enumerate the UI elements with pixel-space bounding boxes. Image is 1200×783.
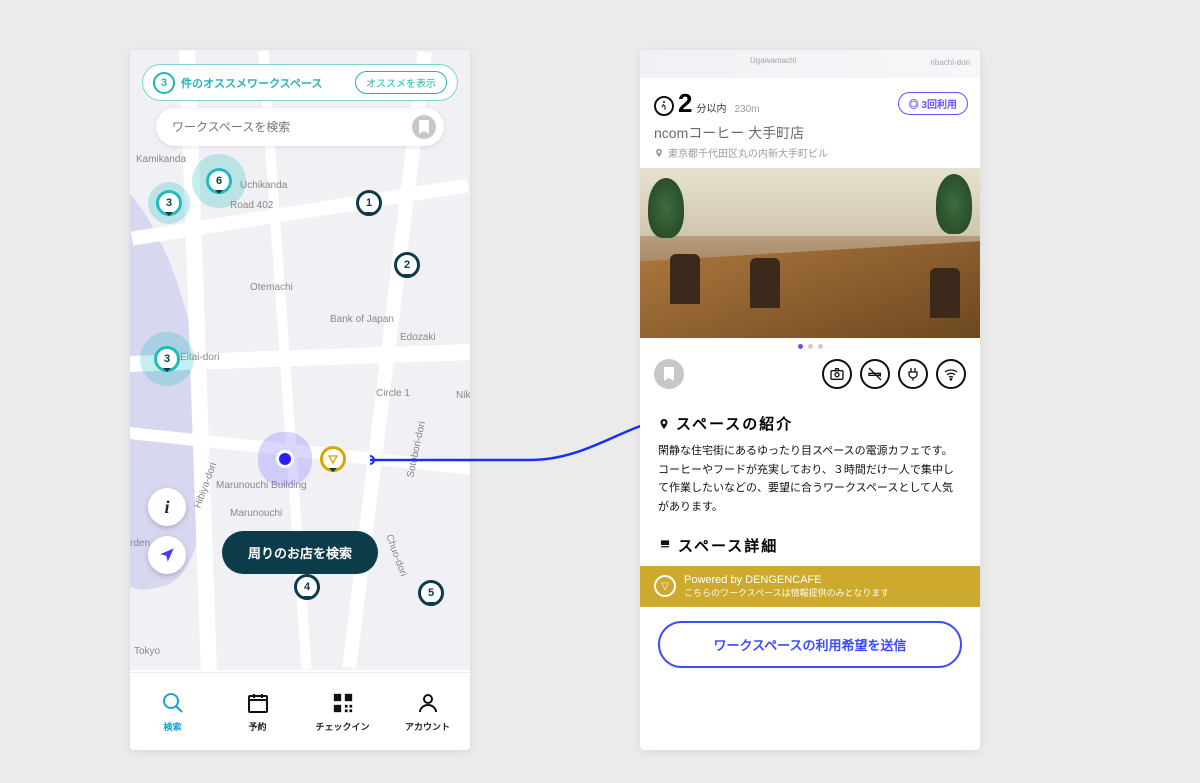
pin-icon	[654, 147, 664, 159]
recommend-label: 件のオススメワークスペース	[181, 75, 355, 91]
intro-body: 閑静な住宅街にあるゆったり目スペースの電源カフェです。コーヒーやフードが充実して…	[658, 442, 962, 517]
search-icon	[160, 690, 186, 716]
map-pin[interactable]: 6	[206, 168, 232, 194]
nav-reserve[interactable]: 予約	[215, 673, 300, 750]
send-request-button[interactable]: ワークスペースの利用希望を送信	[658, 621, 962, 668]
bookmark-icon[interactable]	[412, 115, 436, 139]
power-outlet-icon	[898, 359, 928, 389]
recommend-count-badge: 3	[153, 72, 175, 94]
detail-screen: Ugawamachi nbachi-dori 2 分以内 230m ◎ 3回利用…	[640, 50, 980, 750]
recommend-bar: 3 件のオススメワークスペース オススメを表示	[142, 64, 458, 101]
no-smoking-icon	[860, 359, 890, 389]
locate-button[interactable]	[148, 536, 186, 574]
bottom-nav: 検索 予約 チェックイン アカウント	[130, 672, 470, 750]
triangle-icon: ▽	[654, 575, 676, 597]
wifi-icon	[936, 359, 966, 389]
nav-label: チェックイン	[315, 720, 369, 733]
search-bar	[156, 108, 444, 146]
chair-icon	[658, 538, 672, 552]
map-label: Otemachi	[250, 282, 293, 293]
walk-distance: 230m	[734, 104, 759, 115]
amenity-row	[640, 355, 980, 401]
map-label: Circle 1	[376, 388, 410, 399]
map-label: Marunouchi Building	[216, 480, 307, 491]
map-pin[interactable]: 3	[156, 190, 182, 216]
map-label: Chuo-dori	[383, 533, 408, 578]
detail-map-strip: Ugawamachi nbachi-dori	[640, 50, 980, 78]
shop-name: ncomコーヒー 大手町店	[654, 123, 966, 143]
pin-icon	[658, 417, 670, 431]
intro-title: スペースの紹介	[676, 413, 793, 434]
walk-minutes: 2	[678, 88, 692, 119]
map-pin[interactable]: 2	[394, 252, 420, 278]
map-label: Uchikanda	[240, 180, 287, 191]
map-pin[interactable]: 3	[154, 346, 180, 372]
map-pin[interactable]: 1	[356, 190, 382, 216]
map-label: Kamikanda	[136, 154, 186, 165]
powered-sub: こちらのワークスペースは情報提供のみとなります	[684, 586, 889, 599]
photo-pagination[interactable]	[640, 338, 980, 355]
walk-unit: 分以内	[696, 100, 726, 115]
intro-section: スペースの紹介 閑静な住宅街にあるゆったり目スペースの電源カフェです。コーヒーや…	[640, 401, 980, 529]
shop-photo[interactable]	[640, 168, 980, 338]
nav-label: アカウント	[405, 720, 450, 733]
map-label: Nik	[456, 390, 470, 401]
camera-icon	[822, 359, 852, 389]
map-pin-highlight[interactable]	[320, 446, 346, 472]
nav-checkin[interactable]: チェックイン	[300, 673, 385, 750]
map-label: Marunouchi	[230, 508, 282, 519]
shop-address: 東京都千代田区丸の内新大手町ビル	[668, 145, 828, 160]
qr-icon	[330, 690, 356, 716]
detail-header: 2 分以内 230m ◎ 3回利用 ncomコーヒー 大手町店 東京都千代田区丸…	[640, 78, 980, 168]
nav-search[interactable]: 検索	[130, 673, 215, 750]
powered-main: Powered by DENGENCAFE	[684, 574, 889, 586]
map-label: Edozaki	[400, 332, 436, 343]
show-recommend-button[interactable]: オススメを表示	[355, 71, 447, 94]
nav-account[interactable]: アカウント	[385, 673, 470, 750]
current-location-dot	[276, 450, 294, 468]
map-label: rden	[130, 538, 150, 549]
walk-icon	[654, 96, 674, 116]
map-label: Tokyo	[134, 646, 160, 657]
bookmark-button[interactable]	[654, 359, 684, 389]
map-pin[interactable]: 5	[418, 580, 444, 606]
map-screen: Kamikanda Uchikanda Road 402 Otemachi Ba…	[130, 50, 470, 750]
map-pin[interactable]: 4	[294, 574, 320, 600]
search-around-button[interactable]: 周りのお店を検索	[222, 531, 378, 574]
nav-label: 予約	[248, 720, 266, 733]
usage-badge: ◎ 3回利用	[898, 92, 968, 115]
info-button[interactable]: i	[148, 488, 186, 526]
map-label: Eitai-dori	[180, 352, 219, 363]
map-label: Road 402	[230, 200, 273, 211]
map[interactable]: Kamikanda Uchikanda Road 402 Otemachi Ba…	[130, 50, 470, 670]
search-input[interactable]	[172, 120, 412, 134]
calendar-icon	[245, 690, 271, 716]
map-label: Bank of Japan	[330, 314, 394, 325]
powered-banner: ▽ Powered by DENGENCAFE こちらのワークスペースは情報提供…	[640, 566, 980, 607]
detail-title: スペース詳細	[678, 535, 778, 556]
detail-section: スペース詳細	[640, 529, 980, 566]
account-icon	[415, 690, 441, 716]
nav-label: 検索	[163, 720, 181, 733]
